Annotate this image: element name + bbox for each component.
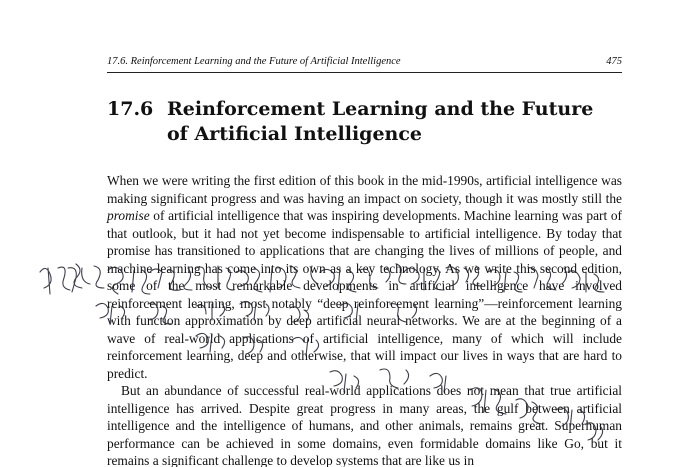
section-title: Reinforcement Learning and the Future of… (167, 98, 594, 145)
paragraph-1-rest: of artificial intelligence that was insp… (107, 208, 622, 381)
body-text: When we were writing the first edition o… (107, 172, 622, 467)
page-number: 475 (606, 56, 622, 67)
running-header: 17.6. Reinforcement Learning and the Fut… (107, 56, 622, 73)
section-number: 17.6 (107, 98, 154, 120)
paragraph-1-start: When we were writing the first edition o… (107, 173, 622, 206)
scribble-stroke (67, 265, 105, 293)
paragraph-1: When we were writing the first edition o… (107, 172, 622, 382)
running-title: 17.6. Reinforcement Learning and the Fut… (107, 56, 401, 67)
paragraph-2: But an abundance of successful real-worl… (107, 383, 622, 467)
book-page: 17.6. Reinforcement Learning and the Fut… (0, 0, 680, 467)
paragraph-1-emphasis: promise (107, 208, 150, 223)
scribble-stroke (39, 263, 83, 295)
